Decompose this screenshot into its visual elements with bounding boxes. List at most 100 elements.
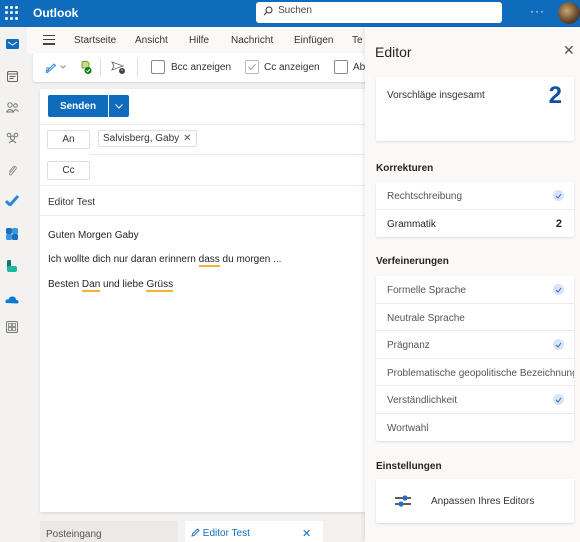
item-label: Prägnanz <box>387 340 430 351</box>
search-box[interactable] <box>256 2 502 23</box>
compose-form: Senden An Salvisberg, Gaby ✕ Cc Editor T… <box>40 89 367 512</box>
checkmark-icon <box>248 63 256 71</box>
item-label: Rechtschreibung <box>387 191 463 202</box>
close-draft-icon[interactable]: ✕ <box>302 527 311 540</box>
flagged-word[interactable]: dass <box>198 254 220 267</box>
item-label: Formelle Sprache <box>387 285 466 296</box>
customize-editor-label: Anpassen Ihres Editors <box>431 496 535 507</box>
divider <box>40 185 367 186</box>
toolbar-divider <box>137 58 138 77</box>
checkmark-icon <box>553 284 564 295</box>
settings-heading: Einstellungen <box>376 461 442 472</box>
item-label: Grammatik <box>387 218 436 230</box>
send-options-button[interactable] <box>109 95 129 117</box>
tab-ansicht[interactable]: Ansicht <box>135 35 168 46</box>
refinement-item-neutral[interactable]: Neutrale Sprache <box>376 304 574 331</box>
body-text: du morgen ... <box>219 254 282 265</box>
refinement-item-conciseness[interactable]: Prägnanz <box>376 331 574 359</box>
hamburger-menu-icon[interactable] <box>43 35 55 45</box>
app-launcher-icon[interactable] <box>5 6 19 20</box>
body-text: Besten <box>48 279 82 290</box>
mail-icon[interactable] <box>5 37 19 51</box>
cc-button[interactable]: Cc <box>47 161 90 180</box>
body-text: und liebe <box>100 279 147 290</box>
refinements-heading: Verfeinerungen <box>376 256 449 267</box>
tab-nachricht[interactable]: Nachricht <box>231 35 273 46</box>
tab-einfuegen[interactable]: Einfügen <box>294 35 333 46</box>
bcc-checkbox-label[interactable]: Bcc anzeigen <box>171 62 231 73</box>
tab-hilfe[interactable]: Hilfe <box>189 35 209 46</box>
search-icon <box>263 6 273 16</box>
recipient-chip[interactable]: Salvisberg, Gaby ✕ <box>98 130 197 147</box>
avatar[interactable] <box>558 2 580 24</box>
divider <box>90 154 367 155</box>
attachment-icon[interactable] <box>5 164 19 178</box>
more-options-button[interactable]: ··· <box>530 4 545 18</box>
flagged-word[interactable]: Dan <box>81 279 101 292</box>
body-line-closing[interactable]: Besten Dan und liebe Grüss <box>48 279 174 292</box>
remove-recipient-icon[interactable]: ✕ <box>183 133 191 144</box>
subject-field[interactable]: Editor Test <box>48 197 95 208</box>
total-suggestions-label: Vorschläge insgesamt <box>387 90 485 101</box>
refinement-item-vocabulary[interactable]: Wortwahl <box>376 414 574 442</box>
correction-item-grammar[interactable]: Grammatik 2 <box>376 210 574 238</box>
tab-posteingang[interactable]: Posteingang <box>40 521 178 542</box>
calendar-icon[interactable] <box>5 69 19 83</box>
editor-pane: Editor ✕ Vorschläge insgesamt 2 Korrektu… <box>365 27 580 542</box>
todo-icon[interactable] <box>5 193 19 207</box>
app-title: Outlook <box>33 6 79 20</box>
refinement-item-formal[interactable]: Formelle Sprache <box>376 276 574 304</box>
item-label: Neutrale Sprache <box>387 312 465 324</box>
item-label: Wortwahl <box>387 422 429 434</box>
cc-checkbox-label[interactable]: Cc anzeigen <box>264 62 320 73</box>
pane-title: Editor <box>375 44 412 60</box>
customize-editor-button[interactable]: Anpassen Ihres Editors <box>376 479 574 523</box>
total-suggestions-card: Vorschläge insgesamt 2 <box>376 77 574 141</box>
bcc-checkbox[interactable] <box>151 60 165 74</box>
tab-draft-editor-test[interactable]: Editor Test ✕ <box>185 521 323 542</box>
ribbon-toolbar: Bcc anzeigen Cc anzeigen Ab <box>33 53 367 82</box>
tab-startseite[interactable]: Startseite <box>74 35 116 46</box>
refinement-item-geopolitical[interactable]: Problematische geopolitische Bezeichnung… <box>376 359 574 386</box>
recipient-name: Salvisberg, Gaby <box>103 133 180 144</box>
item-label: Verständlichkeit <box>387 395 458 406</box>
pencil-icon <box>191 528 200 537</box>
divider <box>40 124 367 125</box>
body-line-main[interactable]: Ich wollte dich nur daran erinnern dass … <box>48 254 282 267</box>
sliders-icon <box>395 495 411 507</box>
total-suggestions-count: 2 <box>548 82 562 109</box>
item-label: Problematische geopolitische Bezeichnung… <box>387 367 574 379</box>
app-rail <box>0 27 27 542</box>
body-text: Ich wollte dich nur daran erinnern <box>48 254 199 265</box>
people-icon[interactable] <box>5 100 19 114</box>
schedule-send-icon[interactable] <box>111 61 126 75</box>
refinements-list: Formelle Sprache Neutrale Sprache Prägna… <box>376 276 574 441</box>
chevron-down-icon[interactable] <box>60 65 66 69</box>
refinement-item-clarity[interactable]: Verständlichkeit <box>376 386 574 414</box>
flagged-word[interactable]: Grüss <box>146 279 174 292</box>
groups-icon[interactable] <box>5 131 19 145</box>
cc-checkbox[interactable] <box>245 60 259 74</box>
toolbar-divider <box>100 58 101 77</box>
bookings-icon[interactable] <box>5 259 19 273</box>
correction-item-spelling[interactable]: Rechtschreibung <box>376 182 574 210</box>
onedrive-icon[interactable] <box>5 292 19 306</box>
tab-text-truncated[interactable]: Te <box>352 35 363 46</box>
sensitivity-icon[interactable] <box>79 60 93 75</box>
chevron-down-icon <box>115 103 123 109</box>
from-checkbox[interactable] <box>334 60 348 74</box>
draft-tab-label: Editor Test <box>202 528 250 539</box>
to-button[interactable]: An <box>47 130 90 149</box>
search-input[interactable] <box>278 5 478 16</box>
from-checkbox-label[interactable]: Ab <box>353 62 365 73</box>
editor-pen-icon[interactable] <box>45 62 57 73</box>
body-line-greeting[interactable]: Guten Morgen Gaby <box>48 230 139 241</box>
more-apps-icon[interactable] <box>5 320 19 334</box>
checkmark-icon <box>553 190 564 201</box>
top-bar: Outlook ··· <box>0 0 580 27</box>
teams-apps-icon[interactable] <box>5 227 19 241</box>
send-button[interactable]: Senden <box>48 95 108 117</box>
close-icon[interactable]: ✕ <box>563 42 575 59</box>
corrections-heading: Korrekturen <box>376 163 434 174</box>
ribbon-tabs: Startseite Ansicht Hilfe Nachricht Einfü… <box>27 27 367 53</box>
